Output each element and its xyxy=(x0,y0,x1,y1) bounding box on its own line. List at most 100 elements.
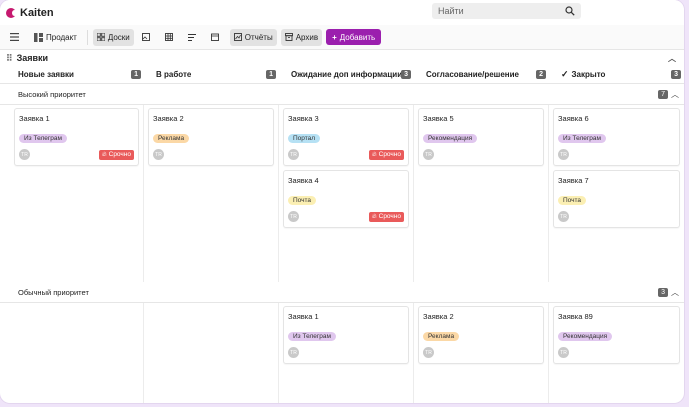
swimlane-count: 7 xyxy=(658,89,668,99)
card-title: Заявка 4 xyxy=(288,176,319,185)
card[interactable]: Заявка 89 Рекомендация TR xyxy=(553,306,680,364)
lane-column[interactable]: Заявка 2 Реклама TR xyxy=(414,303,549,403)
card-title: Заявка 7 xyxy=(558,176,589,185)
collapse-swimlane-chevron-icon[interactable]: ︿ xyxy=(671,89,679,100)
lane-column[interactable]: Заявка 1 Из Телеграм TR 🔥︎ Срочно xyxy=(0,105,144,282)
add-label: Добавить xyxy=(339,32,376,42)
fire-icon: 🔥︎ xyxy=(372,151,377,158)
fire-icon: 🔥︎ xyxy=(102,151,107,158)
card[interactable]: Заявка 2 Реклама TR xyxy=(418,306,544,364)
lane-column[interactable]: Заявка 5 Рекомендация TR xyxy=(414,105,549,282)
card-title: Заявка 2 xyxy=(423,312,454,321)
card[interactable]: Заявка 5 Рекомендация TR xyxy=(418,108,544,166)
card-tag: Почта xyxy=(558,196,587,205)
card-tag: Реклама xyxy=(423,332,460,341)
column-title: Согласование/решение xyxy=(426,70,519,79)
reports-button[interactable]: Отчёты xyxy=(229,28,277,46)
card[interactable]: Заявка 3 Портал TR 🔥︎ Срочно xyxy=(283,108,409,166)
card[interactable]: Заявка 1 Из Телеграм TR 🔥︎ Срочно xyxy=(14,108,139,166)
table-view-button[interactable] xyxy=(161,29,180,46)
calendar-view-button[interactable] xyxy=(207,29,226,46)
boards-button[interactable]: Доски xyxy=(92,28,134,46)
card-tag: Портал xyxy=(288,134,321,143)
card[interactable]: Заявка 6 Из Телеграм TR xyxy=(553,108,680,166)
column-header-closed[interactable]: ✓ Закрыто 3 xyxy=(549,66,684,83)
urgent-badge: 🔥︎ Срочно xyxy=(99,150,134,160)
card-tag: Рекомендация xyxy=(558,332,613,341)
board-title: Заявки xyxy=(16,53,49,63)
column-title: Ожидание доп информации xyxy=(291,70,403,79)
toolbar: Продакт Доски Отчёты Архив + Добавить xyxy=(0,25,684,50)
card[interactable]: Заявка 2 Реклама TR xyxy=(148,108,274,166)
drag-handle-icon[interactable]: ⠿ xyxy=(6,53,13,64)
avatar[interactable]: TR xyxy=(153,149,164,160)
column-header-approval[interactable]: Согласование/решение 2 xyxy=(414,66,549,83)
search-input[interactable]: Найти xyxy=(432,3,581,19)
image-icon xyxy=(141,33,150,41)
avatar[interactable]: TR xyxy=(288,149,299,160)
avatar[interactable]: TR xyxy=(558,149,569,160)
card-tag: Из Телеграм xyxy=(288,332,336,341)
lane-column[interactable] xyxy=(0,303,144,403)
archive-button[interactable]: Архив xyxy=(280,28,323,46)
lane-column[interactable]: Заявка 1 Из Телеграм TR xyxy=(279,303,414,403)
gallery-view-button[interactable] xyxy=(138,29,157,46)
table-icon xyxy=(164,33,173,41)
card-title: Заявка 2 xyxy=(153,114,184,123)
swimlane-header[interactable]: Обычный приоритет 3 ︿ xyxy=(0,282,684,302)
add-button[interactable]: + Добавить xyxy=(326,29,382,45)
avatar[interactable]: TR xyxy=(423,149,434,160)
urgent-label: Срочно xyxy=(108,151,131,158)
collapse-swimlane-chevron-icon[interactable]: ︿ xyxy=(671,287,679,298)
card-title: Заявка 1 xyxy=(288,312,319,321)
avatar[interactable]: TR xyxy=(558,347,569,358)
avatar[interactable]: TR xyxy=(423,347,434,358)
avatar[interactable]: TR xyxy=(288,211,299,222)
plus-icon: + xyxy=(332,32,337,42)
column-count: 1 xyxy=(131,70,141,79)
swimlane-title: Обычный приоритет xyxy=(18,287,89,297)
column-header-waiting[interactable]: Ожидание доп информации 3 xyxy=(279,66,414,83)
column-count: 2 xyxy=(536,70,546,79)
calendar-icon xyxy=(210,33,219,41)
lane-column[interactable]: Заявка 3 Портал TR 🔥︎ Срочно Заявка 4 Почта TR… xyxy=(279,105,414,282)
reports-label: Отчёты xyxy=(244,32,273,42)
card-title: Заявка 5 xyxy=(423,114,454,123)
fire-icon: 🔥︎ xyxy=(372,213,377,220)
swimlane-body: Заявка 1 Из Телеграм TR 🔥︎ Срочно Заявка 2 Ре… xyxy=(0,104,684,282)
card-tag: Реклама xyxy=(153,134,190,143)
menu-button[interactable] xyxy=(6,29,26,46)
lane-column[interactable] xyxy=(144,303,279,403)
toolbar-divider xyxy=(86,29,88,45)
search-placeholder: Найти xyxy=(438,6,464,16)
urgent-badge: 🔥︎ Срочно xyxy=(369,150,404,160)
card-tag: Почта xyxy=(288,196,317,205)
swimlane-header[interactable]: Высокий приоритет 7 ︿ xyxy=(0,84,684,104)
card[interactable]: Заявка 4 Почта TR 🔥︎ Срочно xyxy=(283,170,409,228)
reports-icon xyxy=(233,33,242,41)
lane-column[interactable]: Заявка 89 Рекомендация TR xyxy=(549,303,684,403)
archive-icon xyxy=(284,33,293,41)
collapse-board-chevron-icon[interactable]: ︿ xyxy=(668,53,676,64)
swimlane-body: Заявка 1 Из Телеграм TR Заявка 2 Реклама TR За… xyxy=(0,302,684,403)
column-header-in-progress[interactable]: В работе 1 xyxy=(144,66,279,83)
column-headers: Новые заявки 1 В работе 1 Ожидание доп и… xyxy=(0,66,684,84)
avatar[interactable]: TR xyxy=(19,149,30,160)
column-count: 3 xyxy=(401,70,411,79)
lane-column[interactable]: Заявка 6 Из Телеграм TR Заявка 7 Почта TR xyxy=(549,105,684,282)
card[interactable]: Заявка 7 Почта TR xyxy=(553,170,680,228)
space-button[interactable]: Продакт xyxy=(30,29,81,46)
space-label: Продакт xyxy=(46,32,77,42)
timeline-view-button[interactable] xyxy=(184,29,203,46)
avatar[interactable]: TR xyxy=(558,211,569,222)
card-tag: Из Телеграм xyxy=(558,134,606,143)
board-header: ⠿ Заявки ︿ xyxy=(0,50,684,66)
card[interactable]: Заявка 1 Из Телеграм TR xyxy=(283,306,409,364)
swimlanes: Высокий приоритет 7 ︿ Заявка 1 Из Телеграм TR… xyxy=(0,84,684,403)
column-header-new[interactable]: Новые заявки 1 xyxy=(0,66,144,83)
card-title: Заявка 6 xyxy=(558,114,589,123)
avatar[interactable]: TR xyxy=(288,347,299,358)
lane-column[interactable]: Заявка 2 Реклама TR xyxy=(144,105,279,282)
urgent-label: Срочно xyxy=(378,213,401,220)
column-title: Закрыто xyxy=(571,70,606,79)
